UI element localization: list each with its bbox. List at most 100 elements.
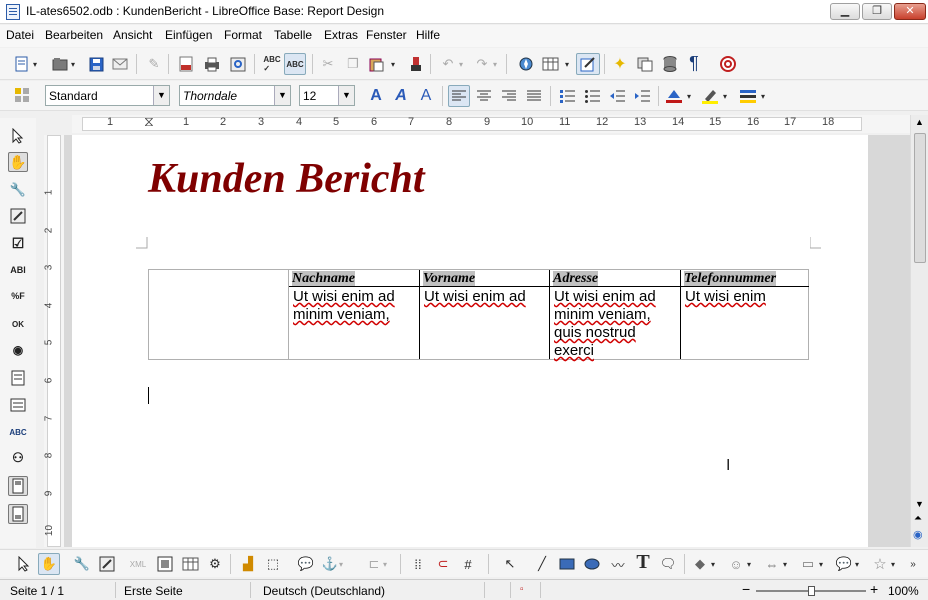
- block-arrows-icon[interactable]: ⇔: [762, 554, 782, 574]
- clone-formatting-icon[interactable]: [406, 54, 426, 74]
- italic-icon[interactable]: A: [391, 86, 411, 106]
- menu-einfuegen[interactable]: Einfügen: [165, 28, 212, 42]
- autospellcheck-icon[interactable]: ABC: [284, 53, 306, 75]
- chevron-down-icon[interactable]: ▾: [490, 54, 500, 74]
- restore-button[interactable]: ❐: [862, 3, 892, 20]
- helplines-icon[interactable]: #: [458, 554, 478, 574]
- wrench-icon[interactable]: 🔧: [8, 180, 28, 200]
- previous-page-icon[interactable]: ⏶: [914, 513, 922, 524]
- align-center-icon[interactable]: [474, 86, 494, 106]
- report-table[interactable]: Nachname Ut wisi enim ad minim veniam, V…: [148, 269, 809, 360]
- zoom-slider-knob[interactable]: [808, 586, 815, 596]
- font-name-select[interactable]: Thorndale ▼: [179, 85, 291, 106]
- wrench-icon[interactable]: 🔧: [72, 554, 92, 574]
- select-pointer-icon[interactable]: [14, 554, 34, 574]
- save-icon[interactable]: [86, 54, 106, 74]
- menu-hilfe[interactable]: Hilfe: [416, 28, 440, 42]
- decrease-indent-icon[interactable]: [607, 86, 627, 106]
- print-preview-icon[interactable]: [228, 54, 248, 74]
- copy-icon[interactable]: ❐: [343, 54, 363, 74]
- underline-icon[interactable]: A: [416, 86, 436, 106]
- navigator-icon[interactable]: [516, 54, 536, 74]
- line-icon[interactable]: ╱: [532, 554, 552, 574]
- spellcheck-icon[interactable]: ABC ✓: [262, 54, 282, 74]
- zoom-level[interactable]: 100%: [888, 584, 919, 598]
- formatted-field-icon[interactable]: %F: [8, 286, 28, 306]
- gallery-icon[interactable]: [635, 54, 655, 74]
- align-right-icon[interactable]: [499, 86, 519, 106]
- radio-button-icon[interactable]: ◉: [8, 340, 28, 360]
- align-left-icon[interactable]: [448, 85, 470, 107]
- basic-shapes-icon[interactable]: ◆: [690, 554, 710, 574]
- list-box-icon[interactable]: [8, 368, 28, 388]
- spelling-icon[interactable]: ABC: [8, 422, 28, 442]
- chevron-down-icon[interactable]: ▾: [888, 554, 898, 574]
- chevron-down-icon[interactable]: ▾: [68, 54, 78, 74]
- draw-functions-icon[interactable]: [576, 53, 600, 75]
- email-icon[interactable]: [110, 54, 130, 74]
- chevron-down-icon[interactable]: ▼: [274, 86, 290, 105]
- paragraph-style-select[interactable]: Standard ▼: [45, 85, 170, 106]
- close-button[interactable]: ✕: [894, 3, 926, 20]
- numbering-icon[interactable]: [557, 86, 577, 106]
- language[interactable]: Deutsch (Deutschland): [263, 584, 385, 598]
- menu-bearbeiten[interactable]: Bearbeiten: [45, 28, 103, 42]
- column-value-telefonnummer[interactable]: Ut wisi enim: [681, 287, 809, 307]
- font-color-icon[interactable]: [664, 86, 684, 106]
- scroll-up-icon[interactable]: ▲: [915, 117, 924, 127]
- combo-box-icon[interactable]: [8, 395, 28, 415]
- new-document-icon[interactable]: [12, 54, 32, 74]
- report-page[interactable]: Kunden Bericht Nachname Ut wisi enim ad …: [72, 135, 868, 547]
- column-header-adresse[interactable]: Adresse: [550, 270, 680, 287]
- bullets-icon[interactable]: [582, 86, 602, 106]
- properties-icon[interactable]: [97, 554, 117, 574]
- chevron-down-icon[interactable]: ▾: [388, 54, 398, 74]
- checkbox-icon[interactable]: ☑: [8, 233, 28, 253]
- column-value-nachname[interactable]: Ut wisi enim ad minim veniam,: [289, 287, 419, 325]
- chevron-down-icon[interactable]: ▾: [562, 54, 572, 74]
- button-control-icon[interactable]: OK: [8, 314, 28, 334]
- table-column-telefonnummer[interactable]: Telefonnummer Ut wisi enim: [680, 270, 809, 359]
- scroll-down-icon[interactable]: ▼: [915, 499, 924, 509]
- increase-indent-icon[interactable]: [632, 86, 652, 106]
- menu-fenster[interactable]: Fenster: [366, 28, 407, 42]
- table-icon[interactable]: [540, 54, 560, 74]
- chevron-down-icon[interactable]: ▾: [456, 54, 466, 74]
- menu-tabelle[interactable]: Tabelle: [274, 28, 312, 42]
- bold-icon[interactable]: A: [366, 86, 386, 106]
- chevron-down-icon[interactable]: ▾: [780, 554, 790, 574]
- menu-datei[interactable]: Datei: [6, 28, 34, 42]
- paste-icon[interactable]: [366, 54, 386, 74]
- table-column-vorname[interactable]: Vorname Ut wisi enim ad: [419, 270, 550, 359]
- report-title[interactable]: Kunden Bericht: [148, 155, 425, 203]
- column-header-vorname[interactable]: Vorname: [420, 270, 550, 287]
- zoom-out-button[interactable]: −: [742, 581, 750, 597]
- export-pdf-icon[interactable]: [176, 54, 196, 74]
- symbol-shapes-icon[interactable]: ☺: [726, 554, 746, 574]
- callouts-icon[interactable]: 💬: [834, 554, 854, 574]
- table-column-nachname[interactable]: Nachname Ut wisi enim ad minim veniam,: [288, 270, 419, 359]
- chevron-down-icon[interactable]: ▾: [30, 54, 40, 74]
- table-column-adresse[interactable]: Adresse Ut wisi enim ad minim veniam, qu…: [549, 270, 680, 359]
- freeform-line-icon[interactable]: 〰: [608, 554, 628, 574]
- select-pointer-icon[interactable]: [8, 126, 28, 146]
- navigator-dots-icon[interactable]: ⚇: [8, 448, 28, 468]
- highlight-icon[interactable]: [700, 86, 720, 106]
- vertical-scrollbar[interactable]: ▲ ▼ ⏶ ◉: [910, 115, 928, 547]
- star-icon[interactable]: ✦: [610, 54, 630, 74]
- ruler-tab-marker[interactable]: ⧖: [144, 113, 154, 130]
- document-canvas[interactable]: Kunden Bericht Nachname Ut wisi enim ad …: [64, 135, 910, 547]
- hand-icon[interactable]: ✋: [8, 152, 28, 172]
- menu-extras[interactable]: Extras: [324, 28, 358, 42]
- magnet-icon[interactable]: ⊂: [433, 554, 453, 574]
- properties-icon[interactable]: [8, 206, 28, 226]
- chevron-down-icon[interactable]: ▾: [684, 86, 694, 106]
- justify-icon[interactable]: [524, 86, 544, 106]
- chevron-down-icon[interactable]: ▾: [708, 554, 718, 574]
- column-header-nachname[interactable]: Nachname: [289, 270, 419, 287]
- font-size-select[interactable]: 12 ▼: [299, 85, 355, 106]
- chevron-down-icon[interactable]: ▾: [720, 86, 730, 106]
- column-value-adresse[interactable]: Ut wisi enim ad minim veniam, quis nostr…: [550, 287, 680, 361]
- menu-format[interactable]: Format: [224, 28, 262, 42]
- chevron-down-icon[interactable]: ▼: [153, 86, 169, 105]
